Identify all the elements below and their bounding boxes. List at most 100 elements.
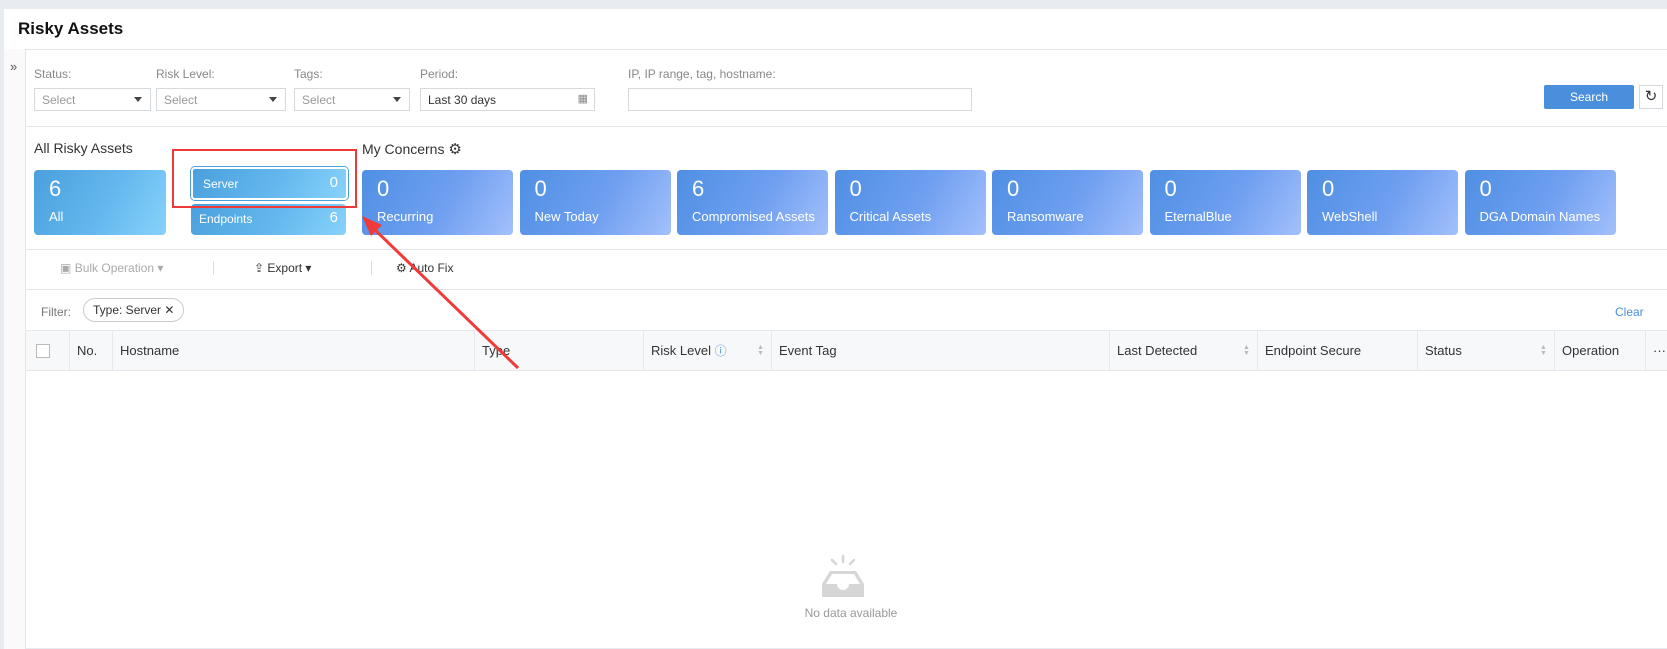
export-icon: ⇪ <box>254 261 265 275</box>
filter-chip-label: Type: Server <box>93 303 162 317</box>
sidebar-toggle[interactable]: » <box>4 49 26 649</box>
chevron-down-icon <box>269 97 277 102</box>
tile-count: 6 <box>49 176 62 201</box>
status-value: Select <box>42 93 76 107</box>
tile-label: DGA Domain Names <box>1479 209 1601 224</box>
tile-count: 0 <box>849 176 862 201</box>
risky-assets-panel: Risky Assets » Status: Select Risk Level… <box>4 9 1667 649</box>
tile-count: 0 <box>377 176 390 201</box>
empty-inbox-icon <box>822 554 864 597</box>
column-header[interactable]: Hostname <box>113 331 475 371</box>
empty-state-text: No data available <box>804 606 898 620</box>
bulk-operation-button[interactable]: ▣ Bulk Operation ▾ <box>60 261 163 275</box>
filter-chip: Type: Server ✕ <box>83 298 185 322</box>
tile-count: 0 <box>534 176 547 201</box>
query-label: IP, IP range, tag, hostname: <box>628 67 776 81</box>
query-input[interactable] <box>628 88 972 111</box>
tile-label: WebShell <box>1322 209 1378 224</box>
export-button[interactable]: ⇪ Export ▾ <box>254 261 311 275</box>
concern-tile[interactable]: 0 WebShell <box>1307 170 1458 235</box>
column-header[interactable]: Endpoint Secure <box>1258 331 1418 371</box>
annotation-highlight-box <box>172 149 357 208</box>
period-picker[interactable]: Last 30 days ▦ <box>420 88 595 111</box>
column-label: Status <box>1425 343 1462 358</box>
column-header[interactable]: Last Detected ▲ ▼ <box>1110 331 1258 371</box>
tile-count: 0 <box>1322 176 1335 201</box>
tile-count: 6 <box>692 176 705 201</box>
column-settings-button[interactable]: ··· <box>1646 331 1667 371</box>
column-label: Endpoint Secure <box>1265 343 1362 358</box>
risk-level-value: Select <box>164 93 198 107</box>
auto-fix-label: Auto Fix <box>409 261 454 275</box>
gear-icon: ⚙ <box>396 261 407 275</box>
column-label: Last Detected <box>1117 343 1198 358</box>
expand-icon: » <box>10 59 18 74</box>
status-label: Status: <box>34 67 72 81</box>
column-label: Risk Level <box>651 343 711 358</box>
column-label: Event Tag <box>779 343 837 358</box>
refresh-icon: ↻ <box>1644 88 1658 105</box>
my-concerns-heading: My Concerns ⚙ <box>362 140 462 158</box>
filter-label: Filter: <box>41 305 71 319</box>
tile-endpoints[interactable]: Endpoints 6 <box>191 204 346 235</box>
clear-link[interactable]: Clear <box>1615 305 1644 319</box>
status-select[interactable]: Select <box>34 88 151 111</box>
concern-tile[interactable]: 0 DGA Domain Names <box>1464 170 1616 235</box>
tile-count: 0 <box>1479 176 1492 201</box>
concern-tile[interactable]: 0 Recurring <box>362 170 513 235</box>
period-value: Last 30 days <box>428 93 497 107</box>
tile-count: 0 <box>1007 176 1020 201</box>
concern-tile[interactable]: 0 New Today <box>519 170 671 235</box>
tile-label: Endpoints <box>199 212 253 226</box>
page-title: Risky Assets <box>18 19 124 38</box>
all-risky-assets-heading: All Risky Assets <box>34 140 133 156</box>
column-label: Type <box>482 343 511 358</box>
risk-level-select[interactable]: Select <box>156 88 286 111</box>
tile-label: Ransomware <box>1007 209 1084 224</box>
calendar-icon: ▦ <box>577 93 588 105</box>
tile-label: Compromised Assets <box>692 209 815 224</box>
tags-value: Select <box>302 93 336 107</box>
concern-tile[interactable]: 6 Compromised Assets <box>677 170 828 235</box>
column-header[interactable]: Type <box>475 331 644 371</box>
export-label: Export <box>267 261 303 275</box>
concern-tile[interactable]: 0 EternalBlue <box>1149 170 1301 235</box>
concern-tile[interactable]: 0 Ransomware <box>992 170 1143 235</box>
my-concerns-label: My Concerns <box>362 141 445 157</box>
column-header[interactable]: Event Tag <box>772 331 1110 371</box>
column-header[interactable]: Risk Level ⓘ ▲ ▼ <box>644 331 772 371</box>
select-all-checkbox[interactable] <box>36 344 50 358</box>
table-header: No. Hostname Type Risk Level ⓘ ▲ ▼ Event Tag La… <box>26 330 1667 371</box>
info-icon: ⓘ <box>714 344 727 358</box>
sort-icon[interactable]: ▲ ▼ <box>1540 344 1547 357</box>
auto-fix-button[interactable]: ⚙ Auto Fix <box>396 261 453 275</box>
gear-icon[interactable]: ⚙ <box>448 141 461 158</box>
bulk-label: Bulk Operation <box>74 261 155 275</box>
tags-label: Tags: <box>294 67 323 81</box>
tile-label: EternalBlue <box>1164 209 1232 224</box>
tile-label: Recurring <box>377 209 434 224</box>
search-button[interactable]: Search <box>1544 85 1634 109</box>
tile-label: All <box>49 209 64 224</box>
tile-label: New Today <box>534 209 599 224</box>
column-header[interactable]: Operation <box>1555 331 1646 371</box>
close-icon[interactable]: ✕ <box>164 303 174 317</box>
risk-level-label: Risk Level: <box>156 67 215 81</box>
tile-label: Critical Assets <box>849 209 932 224</box>
sort-icon[interactable]: ▲ ▼ <box>757 344 764 357</box>
column-header[interactable]: Status ▲ ▼ <box>1418 331 1555 371</box>
column-label: No. <box>77 343 98 358</box>
refresh-button[interactable]: ↻ <box>1639 85 1663 109</box>
bulk-icon: ▣ <box>60 261 72 275</box>
chevron-down-icon <box>134 97 142 102</box>
tile-all[interactable]: 6 All <box>34 170 166 235</box>
chevron-down-icon <box>393 97 401 102</box>
column-header[interactable]: No. <box>70 331 113 371</box>
column-label: Operation <box>1562 343 1620 358</box>
tile-count: 6 <box>329 209 338 226</box>
sort-icon[interactable]: ▲ ▼ <box>1243 344 1250 357</box>
column-label: Hostname <box>120 343 180 358</box>
tile-count: 0 <box>1164 176 1177 201</box>
concern-tile[interactable]: 0 Critical Assets <box>834 170 986 235</box>
tags-select[interactable]: Select <box>294 88 410 111</box>
